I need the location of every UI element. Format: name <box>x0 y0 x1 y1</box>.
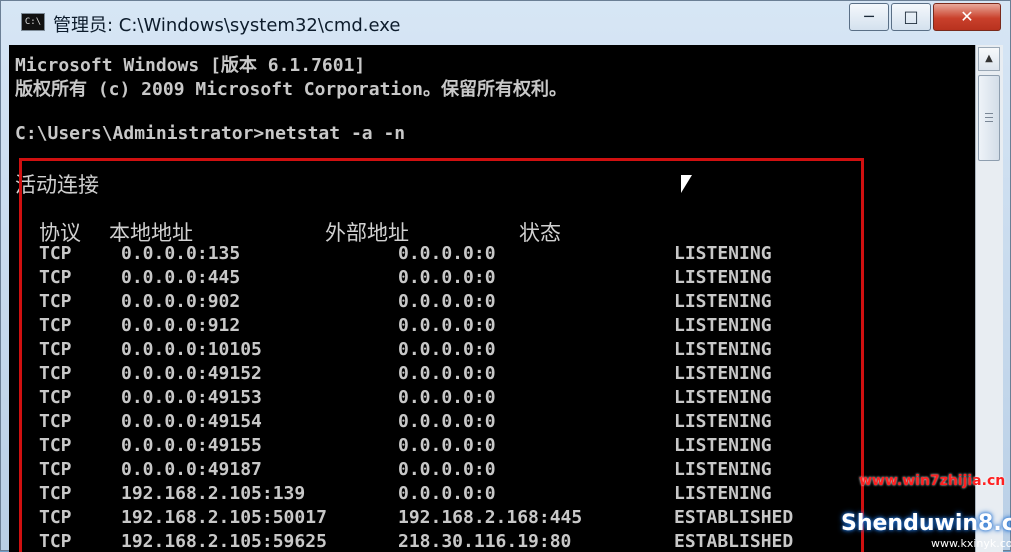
watermark-site-3: www.kxinyk.com <box>931 537 1011 550</box>
cmd-app-icon[interactable]: C:\ <box>21 13 45 31</box>
active-connections-title: 活动连接 <box>15 173 99 197</box>
cell-protocol: TCP <box>39 267 72 288</box>
mouse-pointer-icon <box>681 175 692 193</box>
cell-foreign-address: 218.30.116.19:80 <box>398 531 572 552</box>
cell-foreign-address: 0.0.0.0:0 <box>398 411 496 432</box>
cell-protocol: TCP <box>39 339 72 360</box>
cell-local-address: 0.0.0.0:10105 <box>121 339 262 360</box>
header-state: 状态 <box>519 221 561 245</box>
scroll-thumb[interactable] <box>978 75 1000 161</box>
cell-state: LISTENING <box>674 291 772 312</box>
grip-line <box>985 117 993 118</box>
cell-state: LISTENING <box>674 315 772 336</box>
cell-foreign-address: 192.168.2.168:445 <box>398 507 583 528</box>
cell-protocol: TCP <box>39 315 72 336</box>
cell-state: LISTENING <box>674 363 772 384</box>
cell-state: LISTENING <box>674 267 772 288</box>
scroll-up-arrow-icon[interactable]: ▲ <box>978 47 1000 71</box>
cell-state: LISTENING <box>674 411 772 432</box>
cell-local-address: 0.0.0.0:902 <box>121 291 241 312</box>
cell-protocol: TCP <box>39 411 72 432</box>
cell-local-address: 0.0.0.0:49155 <box>121 435 262 456</box>
cell-foreign-address: 0.0.0.0:0 <box>398 435 496 456</box>
cell-local-address: 0.0.0.0:445 <box>121 267 241 288</box>
grip-line <box>985 113 993 114</box>
cell-state: LISTENING <box>674 387 772 408</box>
watermark-site-2: Shenduwin8.com <box>841 511 1011 536</box>
cell-state: LISTENING <box>674 243 772 264</box>
cell-protocol: TCP <box>39 531 72 552</box>
watermark-site-1: www.win7zhijia.cn <box>859 473 1006 489</box>
cell-protocol: TCP <box>39 507 72 528</box>
cell-protocol: TCP <box>39 363 72 384</box>
title-bar[interactable]: C:\ 管理员: C:\Windows\system32\cmd.exe ─ □… <box>1 1 1011 45</box>
grip-line <box>985 121 993 122</box>
console-output[interactable]: Microsoft Windows [版本 6.1.7601] 版权所有 (c)… <box>9 45 975 552</box>
cell-protocol: TCP <box>39 291 72 312</box>
cell-foreign-address: 0.0.0.0:0 <box>398 267 496 288</box>
cell-local-address: 192.168.2.105:139 <box>121 483 306 504</box>
cell-foreign-address: 0.0.0.0:0 <box>398 291 496 312</box>
cell-local-address: 192.168.2.105:59625 <box>121 531 327 552</box>
maximize-button[interactable]: □ <box>891 3 931 31</box>
cell-foreign-address: 0.0.0.0:0 <box>398 363 496 384</box>
cell-local-address: 0.0.0.0:49187 <box>121 459 262 480</box>
cell-local-address: 0.0.0.0:49152 <box>121 363 262 384</box>
cell-protocol: TCP <box>39 387 72 408</box>
cell-local-address: 0.0.0.0:49154 <box>121 411 262 432</box>
cell-protocol: TCP <box>39 483 72 504</box>
cell-foreign-address: 0.0.0.0:0 <box>398 339 496 360</box>
close-button[interactable]: ✕ <box>933 3 1001 31</box>
cell-local-address: 0.0.0.0:912 <box>121 315 241 336</box>
version-line: Microsoft Windows [版本 6.1.7601] <box>15 55 366 76</box>
cell-state: LISTENING <box>674 435 772 456</box>
header-foreign-address: 外部地址 <box>325 221 409 245</box>
cell-foreign-address: 0.0.0.0:0 <box>398 243 496 264</box>
cell-foreign-address: 0.0.0.0:0 <box>398 315 496 336</box>
cell-local-address: 192.168.2.105:50017 <box>121 507 327 528</box>
minimize-button[interactable]: ─ <box>849 3 889 31</box>
command-prompt-line: C:\Users\Administrator>netstat -a -n <box>15 123 406 144</box>
cell-protocol: TCP <box>39 435 72 456</box>
cell-local-address: 0.0.0.0:49153 <box>121 387 262 408</box>
copyright-line: 版权所有 (c) 2009 Microsoft Corporation。保留所有… <box>15 79 567 100</box>
cell-foreign-address: 0.0.0.0:0 <box>398 387 496 408</box>
cell-state: ESTABLISHED <box>674 507 794 528</box>
cell-foreign-address: 0.0.0.0:0 <box>398 459 496 480</box>
cell-state: ESTABLISHED <box>674 531 794 552</box>
cell-protocol: TCP <box>39 459 72 480</box>
cell-state: LISTENING <box>674 459 772 480</box>
cell-state: LISTENING <box>674 483 772 504</box>
cell-local-address: 0.0.0.0:135 <box>121 243 241 264</box>
cell-state: LISTENING <box>674 339 772 360</box>
cell-foreign-address: 0.0.0.0:0 <box>398 483 496 504</box>
cell-protocol: TCP <box>39 243 72 264</box>
cmd-window: C:\ 管理员: C:\Windows\system32\cmd.exe ─ □… <box>0 0 1011 552</box>
window-title: 管理员: C:\Windows\system32\cmd.exe <box>53 15 401 36</box>
